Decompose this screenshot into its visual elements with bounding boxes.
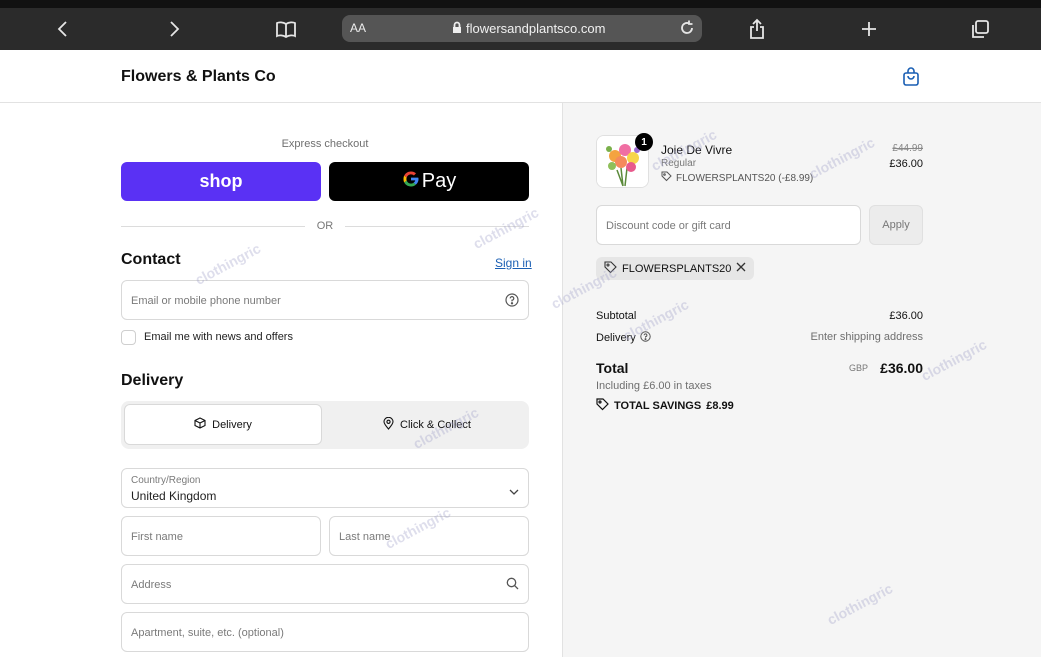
contact-title: Contact	[121, 251, 181, 268]
applied-discount-tag: FLOWERSPLANTS20	[596, 257, 755, 280]
email-placeholder: Email or mobile phone number	[131, 295, 281, 307]
last-name-placeholder: Last name	[339, 531, 391, 543]
reader-view-button[interactable]: AA	[350, 21, 366, 35]
original-price: £44.99	[892, 143, 923, 154]
tag-icon	[596, 398, 609, 414]
country-value: United Kingdom	[131, 489, 217, 503]
quantity-badge: 1	[635, 133, 653, 151]
newsletter-checkbox[interactable]	[121, 329, 136, 345]
bookmarks-icon[interactable]	[272, 16, 300, 42]
apply-button[interactable]: Apply	[869, 205, 923, 245]
store-header: Flowers & Plants Co	[0, 50, 1041, 103]
chevron-down-icon	[509, 483, 519, 501]
discount-code-input[interactable]: Discount code or gift card	[596, 205, 861, 245]
applied-code-text: FLOWERSPLANTS20	[622, 262, 732, 275]
share-icon[interactable]	[743, 16, 771, 42]
product-discount: FLOWERSPLANTS20 (-£8.99)	[661, 171, 813, 185]
reload-icon[interactable]	[678, 19, 696, 40]
tag-icon	[661, 171, 672, 185]
location-pin-icon	[383, 416, 394, 433]
shop-pay-label: shop	[199, 171, 243, 191]
order-summary: 1 Joie De Vivre Regular FLOWERSPLANTS20 …	[562, 103, 1041, 657]
last-name-field[interactable]: Last name	[329, 516, 529, 556]
product-variant: Regular	[661, 158, 697, 169]
package-icon	[194, 417, 206, 432]
back-icon[interactable]	[49, 16, 77, 42]
url-text: flowersandplantsco.com	[466, 21, 606, 36]
shop-pay-button[interactable]: shop	[121, 162, 321, 201]
delivery-option-label: Delivery	[212, 418, 252, 431]
lock-icon	[452, 21, 462, 37]
browser-toolbar: AA flowersandplantsco.com	[0, 0, 1041, 50]
google-g-icon	[402, 170, 420, 194]
tag-icon	[604, 260, 617, 277]
address-bar[interactable]: AA flowersandplantsco.com	[342, 15, 702, 42]
total-savings: TOTAL SAVINGS £8.99	[596, 398, 734, 414]
store-name[interactable]: Flowers & Plants Co	[121, 68, 276, 86]
google-pay-button[interactable]: Pay	[329, 162, 529, 201]
product-discount-text: FLOWERSPLANTS20 (-£8.99)	[676, 172, 814, 184]
savings-label: TOTAL SAVINGS	[614, 400, 702, 412]
discount-placeholder: Discount code or gift card	[606, 220, 731, 232]
newsletter-label: Email me with news and offers	[144, 331, 293, 343]
first-name-placeholder: First name	[131, 531, 183, 543]
delivery-summary-label-group: Delivery	[596, 331, 651, 345]
savings-value: £8.99	[706, 400, 734, 412]
first-name-field[interactable]: First name	[121, 516, 321, 556]
delivery-option[interactable]: Delivery	[124, 404, 322, 445]
search-icon	[506, 577, 519, 595]
click-collect-label: Click & Collect	[400, 418, 471, 431]
click-collect-option[interactable]: Click & Collect	[328, 404, 526, 445]
email-field[interactable]: Email or mobile phone number	[121, 280, 529, 320]
remove-discount-icon[interactable]	[736, 262, 746, 275]
country-select[interactable]: Country/Region United Kingdom	[121, 468, 529, 508]
shopping-bag-icon[interactable]	[902, 67, 920, 92]
product-name: Joie De Vivre	[661, 143, 733, 157]
delivery-summary-label: Delivery	[596, 332, 636, 344]
express-checkout-title: Express checkout	[281, 138, 369, 150]
checkout-form: Express checkout shop Pay OR Contact Sig…	[0, 103, 562, 657]
total-label: Total	[596, 360, 629, 376]
subtotal-label: Subtotal	[596, 310, 637, 322]
help-icon[interactable]	[640, 331, 651, 345]
taxes-note: Including £6.00 in taxes	[596, 380, 712, 392]
apartment-placeholder: Apartment, suite, etc. (optional)	[131, 627, 284, 639]
country-label: Country/Region	[131, 475, 201, 486]
help-icon[interactable]	[505, 293, 519, 312]
apartment-field[interactable]: Apartment, suite, etc. (optional)	[121, 612, 529, 652]
delivery-title: Delivery	[121, 372, 184, 389]
google-pay-label: Pay	[421, 170, 457, 192]
delivery-summary-value: Enter shipping address	[810, 331, 923, 343]
newsletter-row: Email me with news and offers	[121, 329, 293, 345]
discounted-price: £36.00	[889, 158, 923, 170]
or-divider: OR	[121, 220, 529, 234]
delivery-method-toggle: Delivery Click & Collect	[121, 401, 529, 449]
sign-in-link[interactable]: Sign in	[495, 256, 532, 270]
address-field[interactable]: Address	[121, 564, 529, 604]
total-value: £36.00	[880, 360, 923, 376]
new-tab-icon[interactable]	[855, 16, 883, 42]
subtotal-value: £36.00	[889, 310, 923, 322]
address-placeholder: Address	[131, 579, 172, 591]
tabs-overview-icon[interactable]	[966, 16, 994, 42]
forward-icon[interactable]	[160, 16, 188, 42]
